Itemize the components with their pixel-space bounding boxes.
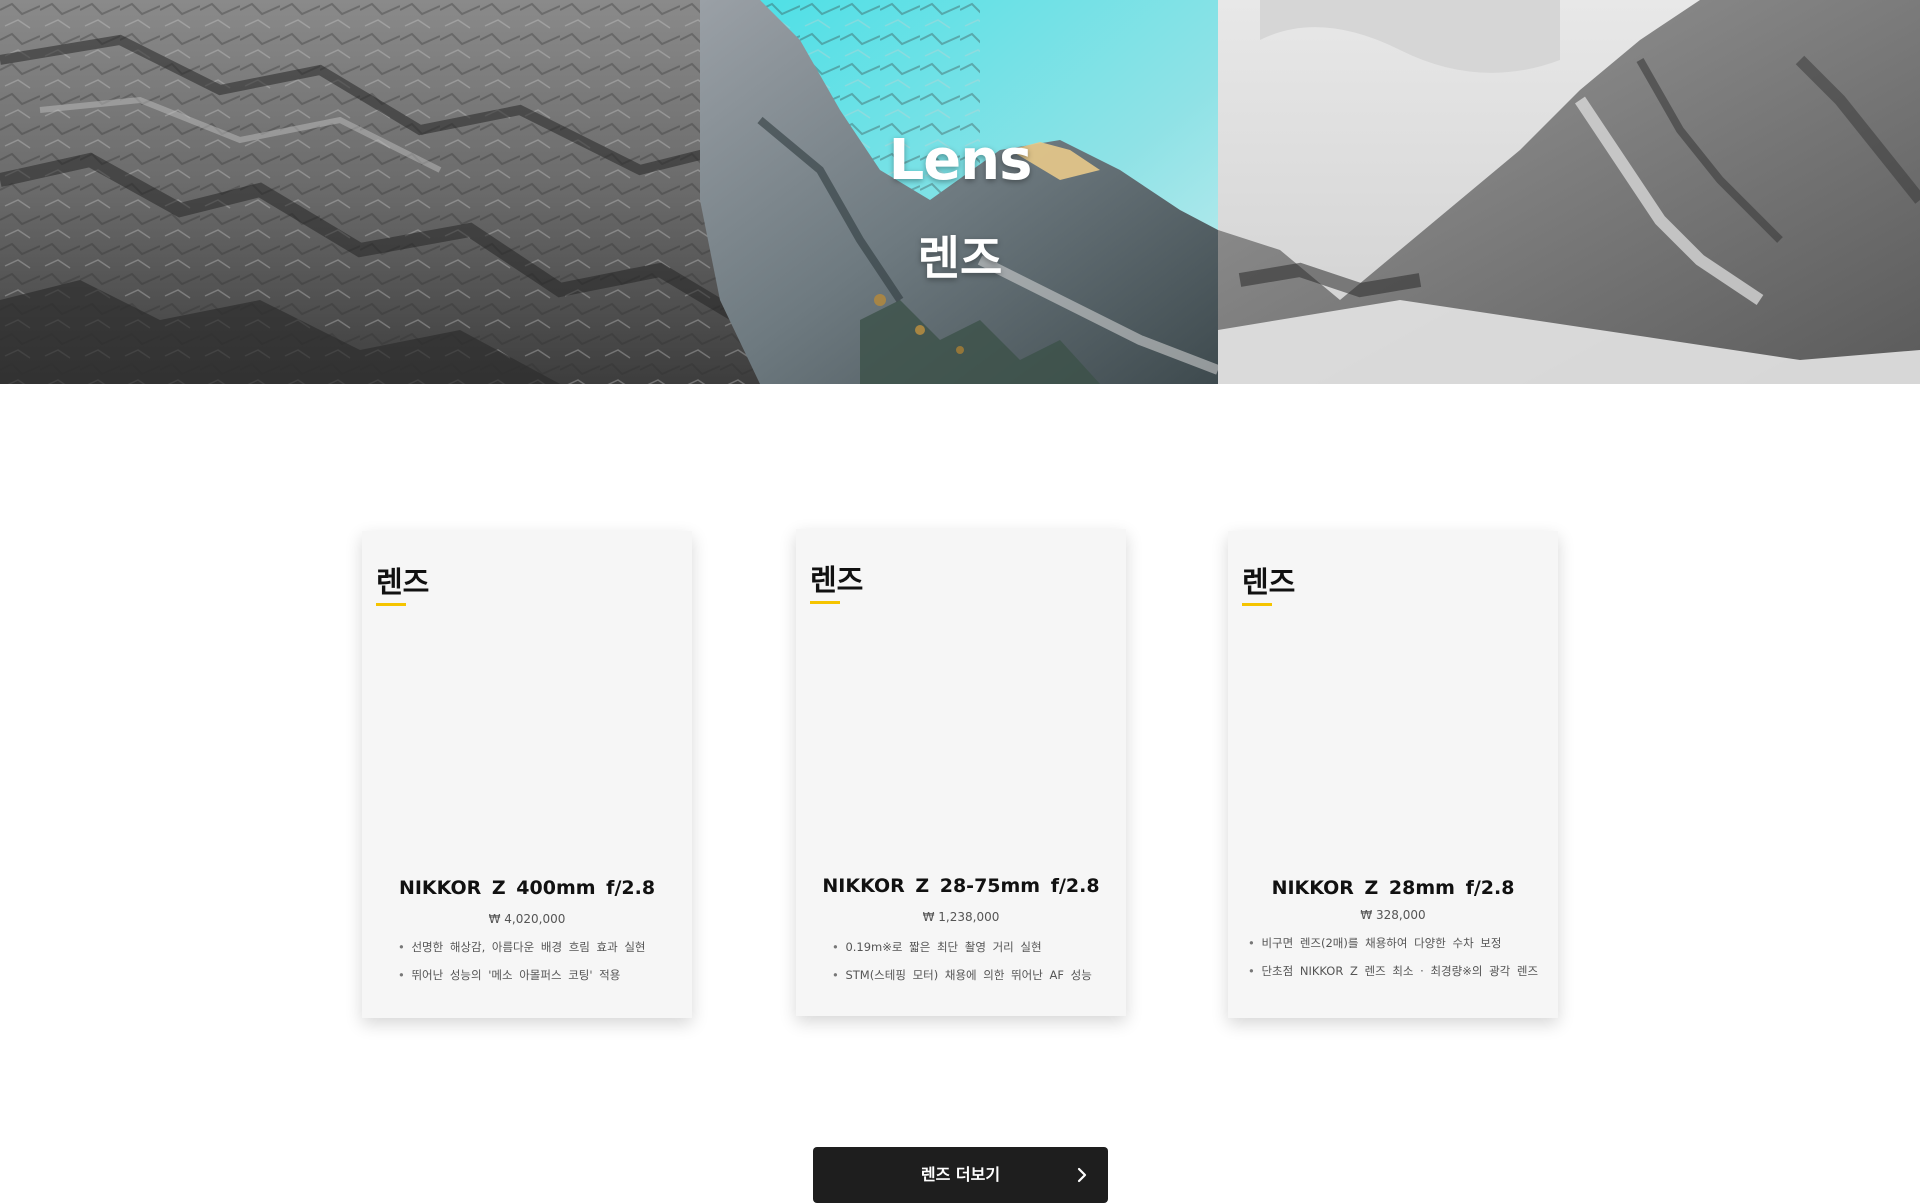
product-price: ₩ 4,020,000	[488, 912, 566, 926]
product-name[interactable]: NIKKOR Z 28-75mm f/2.8	[796, 875, 1126, 897]
card-label-underline	[810, 601, 840, 604]
card-category-label: 렌즈	[376, 565, 430, 599]
feature-list: 선명한 해상감, 아름다운 배경 흐림 효과 실현 뛰어난 성능의 '메소 아몰…	[398, 940, 688, 996]
feature-item: 선명한 해상감, 아름다운 배경 흐림 효과 실현	[398, 940, 688, 954]
feature-item: 0.19m※로 짧은 최단 촬영 거리 실현	[832, 940, 1122, 954]
hero-banner: Lens 렌즈	[0, 0, 1920, 384]
product-name[interactable]: NIKKOR Z 400mm f/2.8	[362, 877, 692, 899]
feature-item: STM(스테핑 모터) 채용에 의한 뛰어난 AF 성능	[832, 968, 1122, 982]
product-name[interactable]: NIKKOR Z 28mm f/2.8	[1228, 877, 1558, 899]
chevron-right-icon	[1077, 1167, 1087, 1183]
product-card[interactable]: 렌즈 NIKKOR Z 28-75mm f/2.8 ₩ 1,238,000 0.…	[796, 529, 1126, 1016]
feature-item: 뛰어난 성능의 '메소 아몰퍼스 코팅' 적용	[398, 968, 688, 982]
card-category-label: 렌즈	[1242, 565, 1296, 599]
card-label-underline	[376, 603, 406, 606]
feature-list: 비구면 렌즈(2매)를 채용하여 다양한 수차 보정 단초점 NIKKOR Z …	[1248, 936, 1538, 992]
page: Lens 렌즈 렌즈 NIKKOR Z 400mm f/2.8 ₩ 4,020,…	[0, 0, 1920, 1204]
card-category-label: 렌즈	[810, 563, 864, 597]
feature-item: 비구면 렌즈(2매)를 채용하여 다양한 수차 보정	[1248, 936, 1538, 950]
card-label-underline	[1242, 603, 1272, 606]
more-lenses-button-label: 렌즈 더보기	[920, 1165, 1001, 1184]
product-price: ₩ 328,000	[1360, 908, 1426, 922]
product-price: ₩ 1,238,000	[922, 910, 1000, 924]
feature-item: 단초점 NIKKOR Z 렌즈 최소 · 최경량※의 광각 렌즈	[1248, 964, 1538, 978]
hero-title: Lens	[888, 128, 1033, 193]
product-card[interactable]: 렌즈 NIKKOR Z 400mm f/2.8 ₩ 4,020,000 선명한 …	[362, 531, 692, 1018]
more-lenses-button[interactable]: 렌즈 더보기	[813, 1147, 1108, 1203]
product-card[interactable]: 렌즈 NIKKOR Z 28mm f/2.8 ₩ 328,000 비구면 렌즈(…	[1228, 531, 1558, 1018]
hero-subtitle: 렌즈	[917, 231, 1003, 285]
feature-list: 0.19m※로 짧은 최단 촬영 거리 실현 STM(스테핑 모터) 채용에 의…	[832, 940, 1122, 996]
